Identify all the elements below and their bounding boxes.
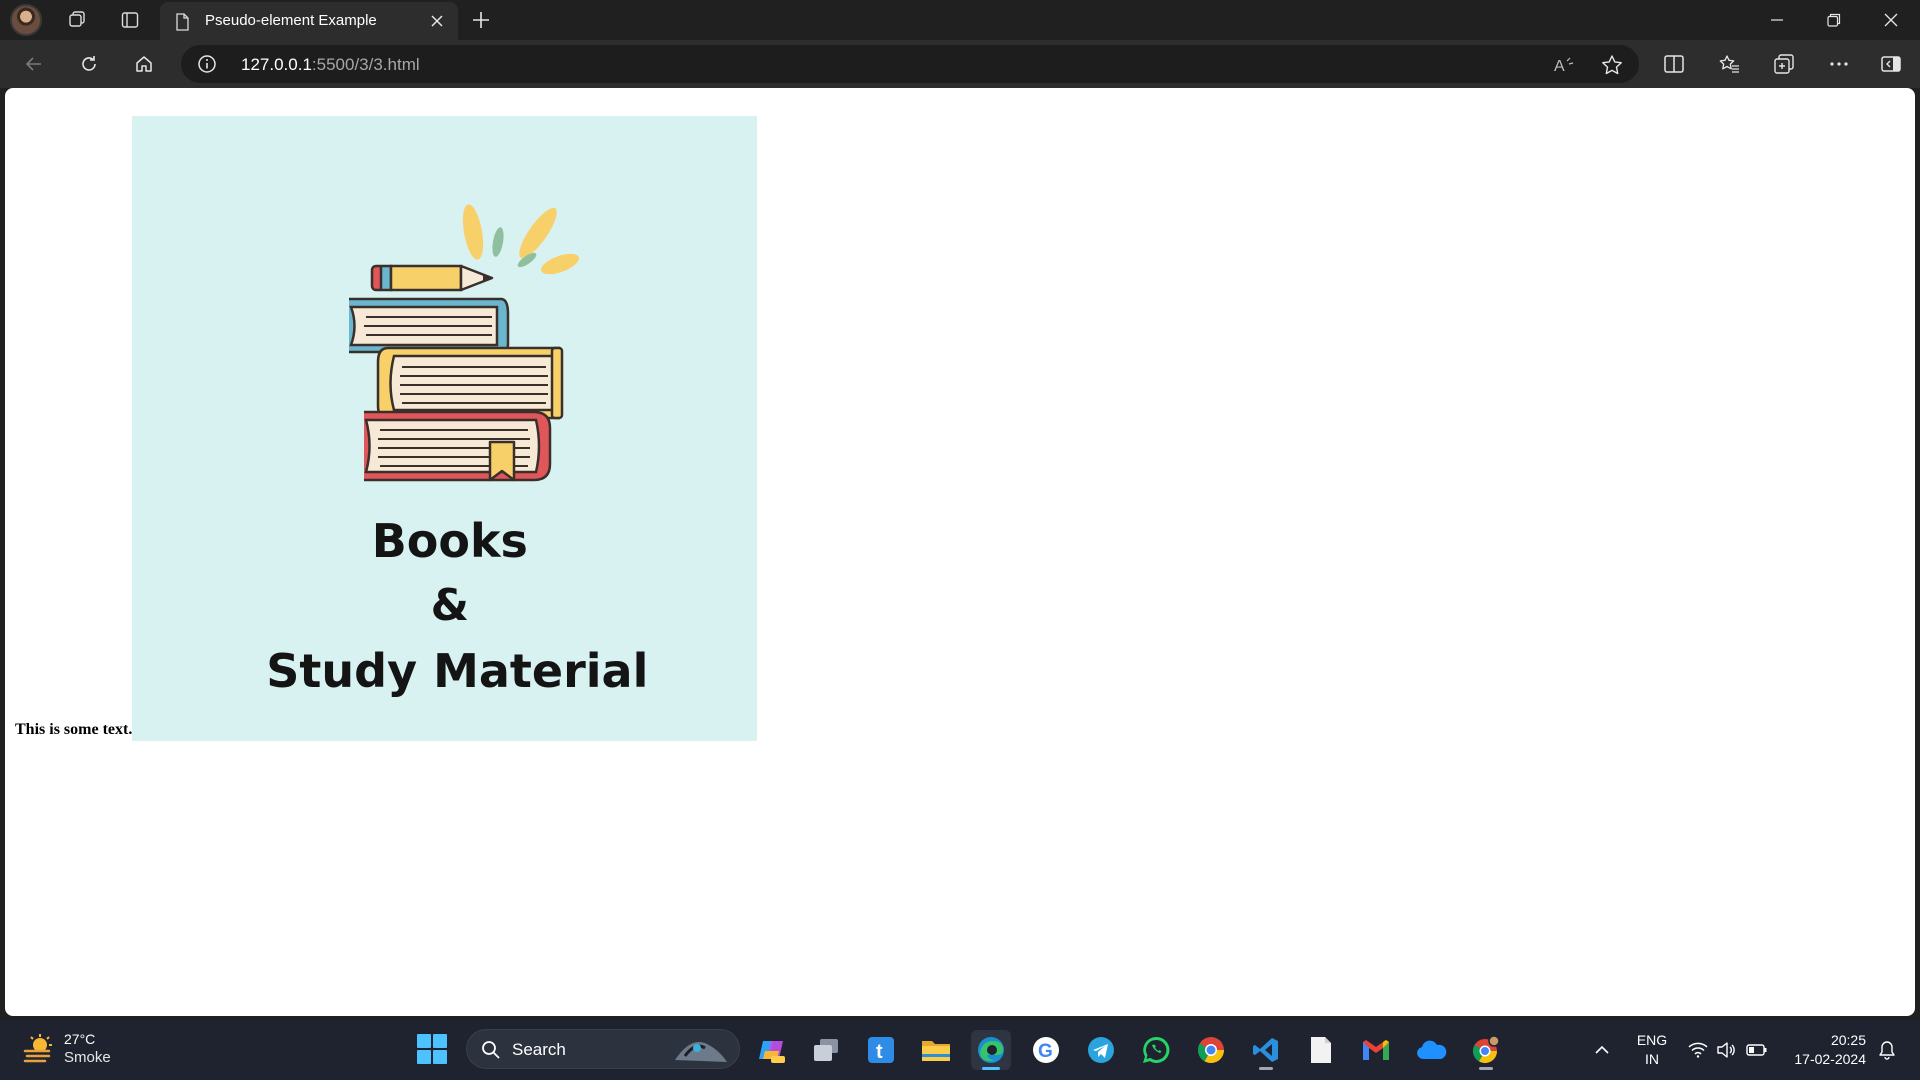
notepad-file-icon[interactable] [1301,1030,1341,1070]
telegram-icon[interactable] [1081,1030,1121,1070]
home-button[interactable] [126,48,162,80]
profile-avatar[interactable] [10,4,42,36]
minimize-button[interactable] [1748,0,1805,40]
tab-title: Pseudo-element Example [205,12,377,29]
copilot-preview-icon[interactable] [752,1030,792,1070]
task-view-icon[interactable] [806,1030,846,1070]
svg-text:G: G [1038,1041,1053,1062]
refresh-button[interactable] [71,48,107,80]
browser-tab-bar: Pseudo-element Example [0,0,1920,40]
collections-icon[interactable] [1766,48,1802,80]
windows-taskbar: 27°C Smoke Search t G ENG IN 20:25 17-02… [0,1020,1920,1080]
whatsapp-icon[interactable] [1136,1030,1176,1070]
region-code: IN [1645,1051,1659,1067]
file-explorer-icon[interactable] [916,1030,956,1070]
edge-browser-icon[interactable] [971,1030,1011,1070]
search-label: Search [512,1040,566,1059]
start-button[interactable] [417,1034,447,1064]
image-title-ampersand: & [430,580,470,631]
gmail-icon[interactable] [1356,1030,1396,1070]
close-tab-icon[interactable] [426,10,448,32]
haze-sun-icon [22,1033,54,1065]
search-icon [481,1040,501,1065]
favorites-icon[interactable] [1711,48,1747,80]
vertical-tabs-icon[interactable] [112,4,148,36]
language-indicator[interactable]: ENG IN [1634,1031,1670,1069]
back-button[interactable] [16,48,52,80]
sidebar-toggle-icon[interactable] [1873,48,1909,80]
workspaces-icon[interactable] [59,4,95,36]
split-screen-icon[interactable] [1656,48,1692,80]
text-with-image-line: This is some text. Books & Study Materia… [15,116,758,741]
language-code: ENG [1636,1032,1668,1048]
battery-icon[interactable] [1744,1030,1770,1070]
page-viewport: This is some text. Books & Study Materia… [5,88,1915,1016]
svg-text:A: A [1554,58,1565,75]
show-hidden-icons-chevron-icon[interactable] [1590,1030,1614,1070]
weather-temp: 27°C [64,1031,96,1047]
clock-date: 17-02-2024 [1794,1051,1866,1067]
page-icon [174,13,190,36]
url-path: :5500/3/3.html [311,55,420,74]
favorite-star-icon[interactable] [1599,52,1625,78]
chrome-icon[interactable] [1191,1030,1231,1070]
svg-text:t: t [876,1041,883,1063]
search-highlight-art [671,1034,731,1064]
weather-condition: Smoke [64,1049,111,1066]
close-window-button[interactable] [1862,0,1919,40]
onedrive-icon[interactable] [1411,1030,1451,1070]
tab-pseudo-element-example[interactable]: Pseudo-element Example [160,2,458,40]
url-host: 127.0.0.1 [241,55,312,74]
google-icon[interactable]: G [1026,1030,1066,1070]
tumblr-icon[interactable]: t [861,1030,901,1070]
url-text[interactable]: 127.0.0.1:5500/3/3.html [241,55,420,75]
taskbar-search[interactable]: Search [466,1029,740,1069]
chrome-profile-icon[interactable] [1466,1030,1506,1070]
vscode-icon[interactable] [1246,1030,1286,1070]
address-bar[interactable]: 127.0.0.1:5500/3/3.html A [181,45,1639,83]
clock-time: 20:25 [1830,1032,1866,1048]
notification-bell-icon[interactable] [1874,1030,1900,1070]
restore-button[interactable] [1805,0,1862,40]
image-title-books: Books [371,514,528,568]
wifi-icon[interactable] [1686,1030,1710,1070]
image-title-study-material: Study Material [266,644,649,698]
system-clock[interactable]: 20:25 17-02-2024 [1786,1031,1866,1069]
more-options-icon[interactable] [1821,48,1857,80]
some-text: This is some text. [15,721,133,738]
site-info-icon[interactable] [197,54,217,79]
volume-icon[interactable] [1714,1030,1738,1070]
browser-toolbar: 127.0.0.1:5500/3/3.html A [0,40,1920,88]
read-aloud-icon[interactable]: A [1551,52,1577,78]
weather-widget[interactable]: 27°C Smoke [22,1030,111,1068]
books-study-material-image: Books & Study Material [132,116,758,741]
new-tab-button[interactable] [466,5,496,35]
